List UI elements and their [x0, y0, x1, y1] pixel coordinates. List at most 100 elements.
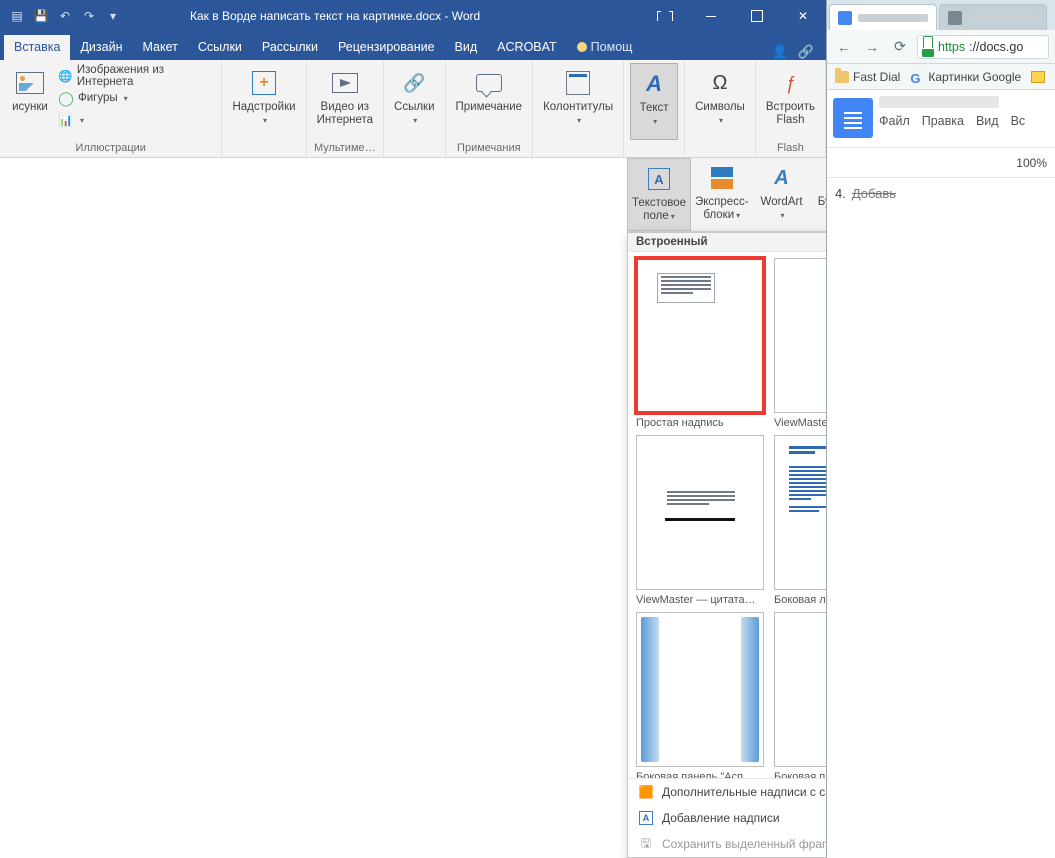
control-menu-icon[interactable]: ▤: [8, 7, 26, 25]
docs-menu-view[interactable]: Вид: [976, 114, 999, 128]
shapes-button[interactable]: ◯Фигуры▾: [56, 87, 215, 109]
chart-icon: 📊: [58, 112, 74, 128]
save-icon[interactable]: 💾: [32, 7, 50, 25]
google-docs-icon[interactable]: [833, 98, 873, 138]
account-icon[interactable]: 👤: [772, 44, 788, 60]
group-label-hf: [539, 140, 617, 157]
tab-references[interactable]: Ссылки: [188, 35, 252, 60]
google-g-icon: G: [910, 71, 924, 83]
gallery-item-simple-textbox[interactable]: Простая надпись: [636, 258, 764, 429]
links-button[interactable]: 🔗 Ссылки▾: [390, 63, 439, 140]
wordart-button[interactable]: A WordArt▾: [753, 158, 811, 231]
gallery-item-aspect-panel-1[interactable]: Боковая панель "Асп…: [636, 612, 764, 778]
video-label-l1: Видео из: [321, 101, 370, 113]
chrome-tab-active[interactable]: [829, 4, 937, 30]
comment-button[interactable]: Примечание: [452, 63, 527, 140]
minimize-button[interactable]: [688, 0, 734, 32]
docs-zoom[interactable]: 100%: [1016, 156, 1047, 170]
tab-mailings[interactable]: Рассылки: [252, 35, 328, 60]
bookmark-google-images[interactable]: GКартинки Google: [910, 70, 1021, 84]
lock-body-icon: [922, 49, 934, 57]
wordart-label: WordArt: [761, 196, 803, 208]
flash-label-l2: Flash: [776, 114, 804, 126]
textbox-dropdown-button[interactable]: A Текстовоеполе▾: [627, 158, 691, 231]
quickparts-icon: [706, 162, 738, 194]
addins-label: Надстройки: [232, 101, 295, 113]
chrome-bookmarks-bar: Fast Dial GКартинки Google: [827, 64, 1055, 90]
save-gallery-icon: 🖫: [638, 836, 654, 852]
forward-button[interactable]: →: [861, 36, 883, 58]
url-scheme: https: [938, 40, 965, 54]
docs-content[interactable]: 4. Добавь: [827, 178, 1055, 209]
chevron-down-icon: ▾: [653, 117, 657, 126]
textbox-label-l1: Текстовое: [632, 197, 686, 209]
omega-icon: Ω: [704, 67, 736, 99]
docs-menu-insert[interactable]: Вс: [1011, 114, 1026, 128]
group-label-media: Мультиме…: [313, 140, 377, 157]
office-icon: 🟧: [638, 784, 654, 800]
text-icon: A: [638, 68, 670, 100]
qat-overflow-icon[interactable]: ▾: [104, 7, 122, 25]
docs-menu-file[interactable]: Файл: [879, 114, 910, 128]
docs-menu-bar: Файл Правка Вид Вс: [879, 114, 1055, 128]
symbols-button[interactable]: Ω Символы▾: [691, 63, 749, 140]
docs-menu-edit[interactable]: Правка: [922, 114, 964, 128]
ribbon-group-flash: ƒ ВстроитьFlash Flash: [756, 60, 826, 157]
chrome-tab-inactive[interactable]: [939, 4, 1047, 30]
ribbon-group-comments: Примечание Примечания: [446, 60, 534, 157]
tab-design[interactable]: Дизайн: [70, 35, 132, 60]
comment-label: Примечание: [456, 101, 523, 114]
ribbon-display-options-icon[interactable]: [642, 0, 688, 32]
docs-title-placeholder[interactable]: [879, 96, 999, 108]
document-title: Как в Ворде написать текст на картинке.d…: [170, 9, 642, 23]
tab-review[interactable]: Рецензирование: [328, 35, 445, 60]
bookmark-fast-dial[interactable]: Fast Dial: [835, 70, 900, 84]
chevron-down-icon: ▾: [577, 116, 581, 125]
bookmark-folder-yellow[interactable]: [1031, 71, 1045, 83]
bookmark-label: Fast Dial: [853, 70, 900, 84]
omnibox[interactable]: https://docs.go: [917, 35, 1049, 59]
maximize-button[interactable]: [734, 0, 780, 32]
gallery-item-caption: Простая надпись: [636, 417, 764, 429]
reload-button[interactable]: ⟳: [889, 36, 911, 58]
smartart-button[interactable]: 📊▾: [56, 109, 215, 131]
ribbon-group-header-footer: Колонтитулы ▾: [533, 60, 624, 157]
quickparts-button[interactable]: Экспресс-блоки▾: [691, 158, 753, 231]
redo-icon[interactable]: ↷: [80, 7, 98, 25]
flash-button[interactable]: ƒ ВстроитьFlash: [762, 63, 819, 140]
tab-acrobat[interactable]: ACROBAT: [487, 35, 567, 60]
flash-icon: ƒ: [774, 67, 806, 99]
tab-tell-me[interactable]: Помощ: [567, 35, 643, 60]
header-footer-button[interactable]: Колонтитулы ▾: [539, 63, 617, 140]
group-label-flash: Flash: [762, 140, 819, 157]
group-label-symbols: [691, 140, 749, 157]
online-images-icon: 🌐: [58, 68, 73, 84]
comment-icon: [473, 67, 505, 99]
docs-toolbar: 100%: [827, 148, 1055, 178]
textbox-label-l2: поле: [643, 210, 668, 222]
text-group-button[interactable]: A Текст▾: [630, 63, 678, 140]
close-button[interactable]: [780, 0, 826, 32]
hf-label: Колонтитулы: [543, 101, 613, 113]
addins-button[interactable]: + Надстройки▾: [228, 63, 299, 140]
tab-view[interactable]: Вид: [445, 35, 488, 60]
docs-content-strikethrough: Добавь: [852, 186, 896, 201]
ribbon-group-media: Видео изИнтернета Мультиме…: [307, 60, 384, 157]
window-controls: [642, 0, 826, 32]
folder-icon: [835, 71, 849, 83]
share-icon[interactable]: 🔗: [798, 44, 814, 60]
lightbulb-icon: [577, 42, 587, 52]
online-video-button[interactable]: Видео изИнтернета: [313, 63, 377, 140]
gallery-item-viewmaster-quote-2[interactable]: ViewMaster — цитата…: [636, 435, 764, 606]
chevron-down-icon: ▾: [80, 116, 84, 125]
undo-icon[interactable]: ↶: [56, 7, 74, 25]
tab-insert[interactable]: Вставка: [4, 35, 70, 60]
chevron-down-icon: ▾: [671, 212, 675, 221]
chevron-down-icon: ▾: [263, 116, 267, 125]
back-button[interactable]: ←: [833, 36, 855, 58]
docs-content-number: 4.: [835, 186, 846, 201]
chrome-tab-label: [968, 14, 1038, 22]
tab-layout[interactable]: Макет: [133, 35, 188, 60]
pictures-button[interactable]: исунки: [6, 63, 54, 140]
online-images-button[interactable]: 🌐Изображения из Интернета: [56, 65, 215, 87]
